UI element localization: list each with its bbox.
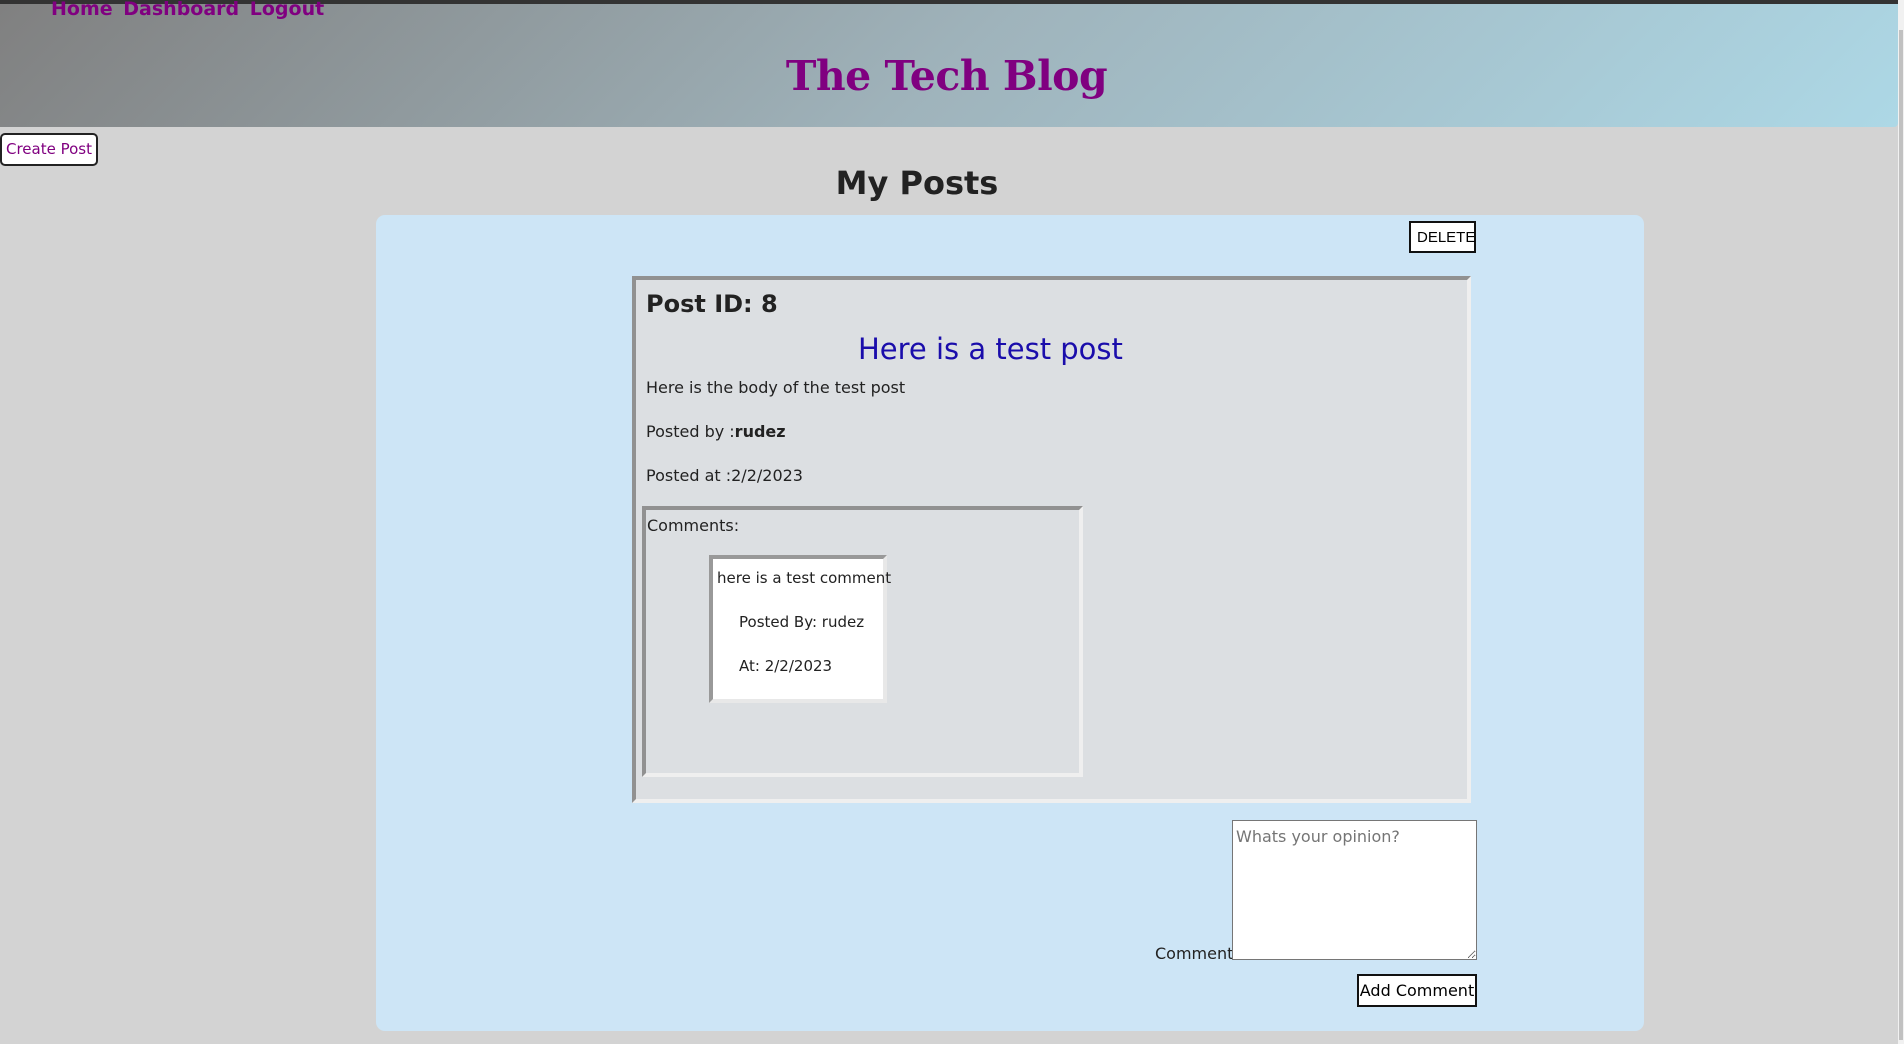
comment-field-label: Comment: xyxy=(1155,944,1239,963)
comment-item: here is a test comment Posted By: rudez … xyxy=(709,555,891,703)
post-author: rudez xyxy=(734,422,786,441)
post-id: Post ID: 8 xyxy=(646,290,778,318)
post-title: Here is a test post xyxy=(858,332,1123,366)
comment-text: here is a test comment xyxy=(717,569,892,587)
site-title: The Tech Blog xyxy=(785,52,1108,100)
add-comment-button[interactable]: Add Comment xyxy=(1357,974,1477,1007)
comment-author: Posted By: rudez xyxy=(739,613,865,631)
main-nav: Home Dashboard Logout xyxy=(51,0,328,20)
nav-dashboard-link[interactable]: Dashboard xyxy=(123,0,239,20)
nav-logout-link[interactable]: Logout xyxy=(250,0,324,20)
scrollbar-thumb[interactable] xyxy=(1899,30,1903,1040)
post-date: Posted at :2/2/2023 xyxy=(646,466,803,485)
comment-date: At: 2/2/2023 xyxy=(739,657,833,675)
comments-label: Comments: xyxy=(647,516,740,535)
post-body: Here is the body of the test post xyxy=(646,378,906,397)
delete-post-button[interactable]: DELETE xyxy=(1409,221,1476,253)
post-card: Post ID: 8 Here is a test post Here is t… xyxy=(632,276,1471,803)
comment-input[interactable] xyxy=(1232,820,1477,960)
page-title: My Posts xyxy=(835,164,999,202)
nav-home-link[interactable]: Home xyxy=(51,0,113,20)
site-header: Home Dashboard Logout The Tech Blog xyxy=(0,0,1898,127)
create-post-button[interactable]: Create Post xyxy=(0,133,98,166)
posted-by-prefix: Posted by : xyxy=(646,422,735,441)
comments-section: Comments: here is a test comment Posted … xyxy=(642,506,1083,777)
post-author-line: Posted by :rudez xyxy=(646,422,786,441)
